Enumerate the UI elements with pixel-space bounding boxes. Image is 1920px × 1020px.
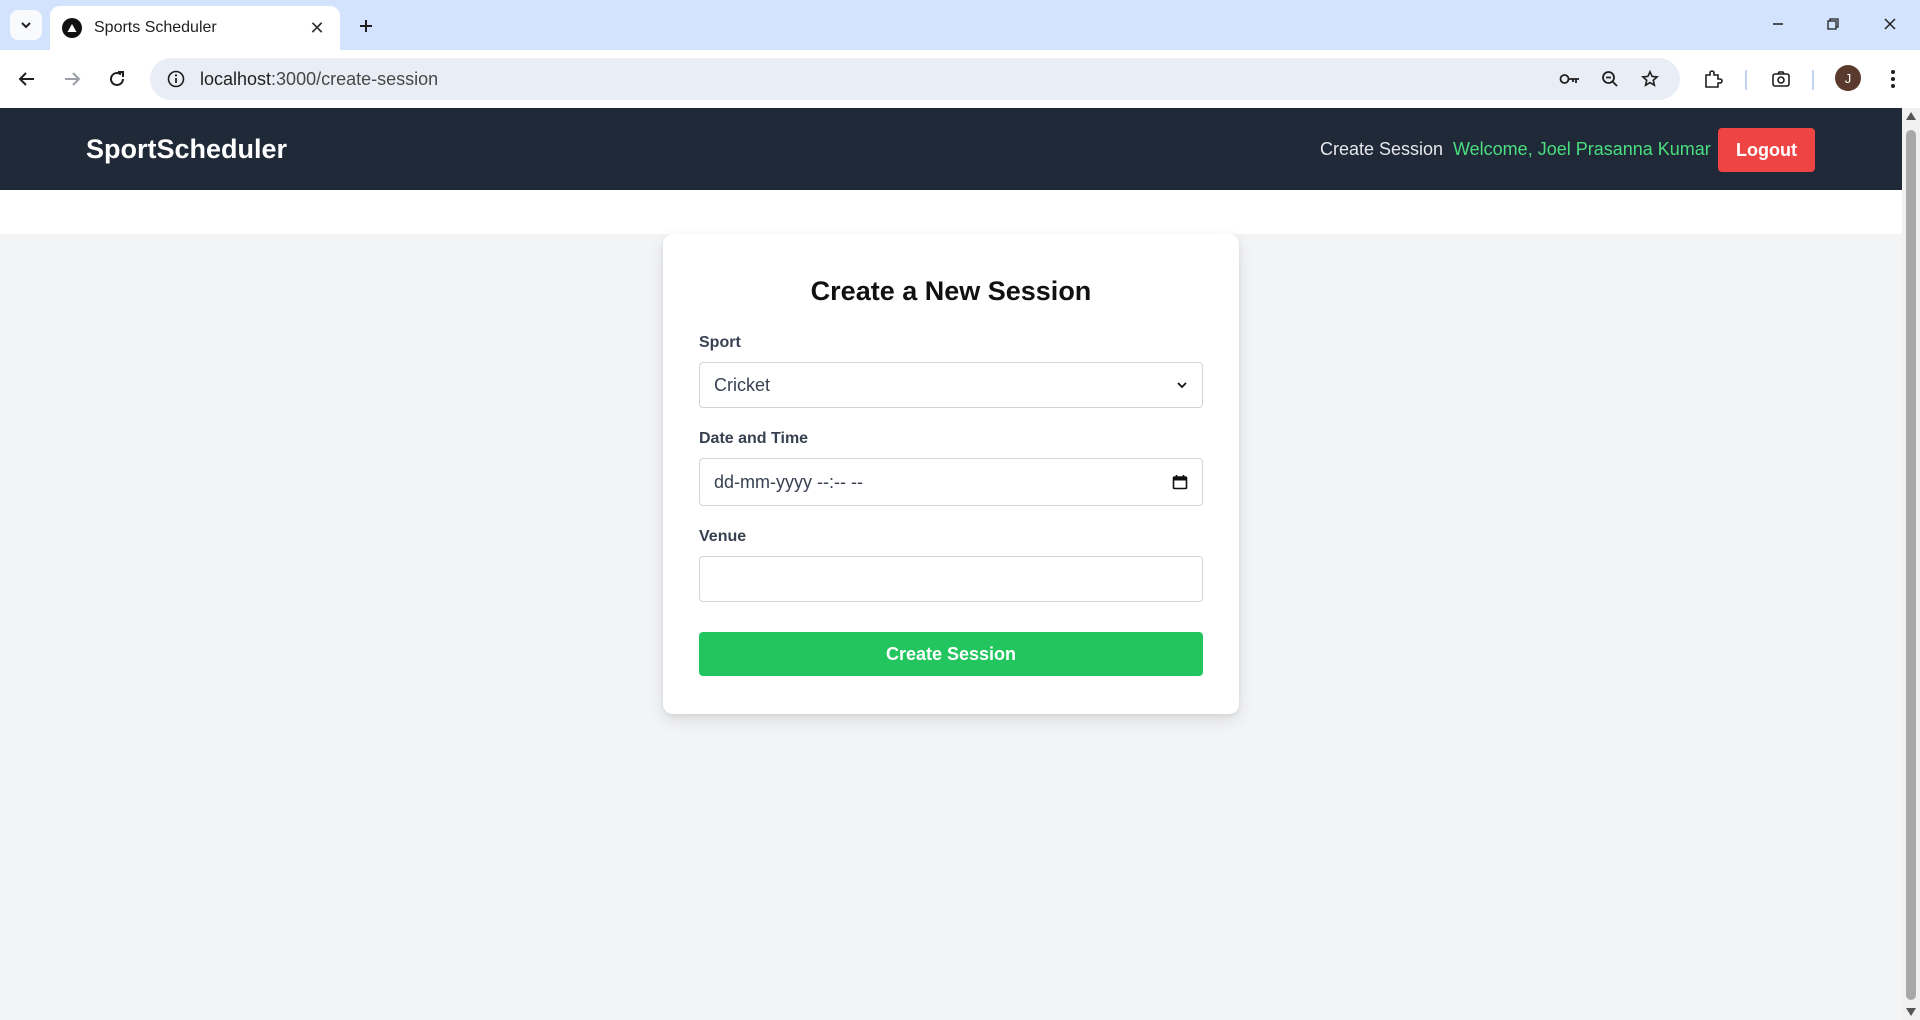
create-session-link[interactable]: Create Session — [1320, 139, 1443, 160]
datetime-label: Date and Time — [699, 430, 809, 447]
venue-label: Venue — [699, 528, 747, 545]
welcome-message: Welcome, Joel Prasanna Kumar — [1453, 139, 1711, 159]
header-spacer — [0, 190, 1902, 234]
star-icon[interactable] — [1636, 65, 1664, 93]
triangle-logo-icon — [62, 18, 82, 38]
minimize-window-button[interactable] — [1756, 8, 1800, 40]
reload-icon — [110, 71, 124, 86]
datetime-input[interactable]: dd-mm-yyyy --:-- -- — [699, 458, 1203, 506]
browser-toolbar: localhost:3000/create-session J — [0, 50, 1920, 108]
profile-avatar[interactable]: J — [1835, 65, 1861, 91]
page-scrollbar[interactable] — [1902, 108, 1920, 1020]
sport-selected-value: Cricket — [714, 374, 771, 395]
close-window-button[interactable] — [1868, 8, 1912, 40]
close-icon — [1884, 18, 1896, 30]
address-bar[interactable]: localhost:3000/create-session — [150, 58, 1680, 100]
url-path: :3000/create-session — [271, 68, 439, 89]
datetime-placeholder: dd-mm-yyyy --:-- -- — [714, 471, 863, 492]
toolbar-divider — [1812, 70, 1814, 90]
forward-button[interactable] — [55, 62, 89, 96]
zoom-out-icon[interactable] — [1596, 65, 1624, 93]
back-button[interactable] — [10, 62, 44, 96]
create-session-form: Create a New Session Sport Cricket Date … — [663, 234, 1239, 714]
arrow-right-icon — [65, 72, 81, 86]
url-text: localhost:3000/create-session — [200, 69, 1544, 90]
reload-button[interactable] — [100, 62, 134, 96]
logout-button[interactable]: Logout — [1718, 128, 1815, 172]
venue-input[interactable] — [699, 556, 1203, 602]
arrow-left-icon — [18, 72, 34, 86]
url-host: localhost — [200, 68, 272, 89]
new-tab-button[interactable] — [352, 12, 380, 40]
sport-select[interactable]: Cricket — [699, 362, 1203, 408]
extensions-icon[interactable] — [1698, 64, 1728, 94]
brand-logo[interactable]: SportScheduler — [86, 134, 287, 165]
toolbar-divider — [1745, 70, 1747, 90]
chevron-down-icon — [21, 22, 31, 29]
tab-search-button[interactable] — [10, 10, 42, 40]
create-session-button[interactable]: Create Session — [699, 632, 1203, 676]
page-title: Create a New Session — [810, 276, 1092, 306]
browser-tab-active[interactable]: Sports Scheduler ✕ — [50, 6, 340, 50]
minimize-icon — [1773, 23, 1783, 25]
key-icon[interactable] — [1556, 65, 1584, 93]
screenshot-icon[interactable] — [1766, 64, 1796, 94]
restore-window-button[interactable] — [1811, 8, 1855, 40]
plus-icon — [360, 20, 372, 32]
scroll-down-arrow-icon[interactable] — [1906, 1008, 1916, 1016]
tab-title: Sports Scheduler — [94, 19, 217, 36]
app-navbar: SportScheduler Create Session Welcome, J… — [0, 108, 1902, 190]
browser-tabstrip: Sports Scheduler ✕ — [0, 0, 1920, 50]
calendar-icon[interactable] — [1172, 474, 1188, 490]
chevron-down-icon — [1177, 382, 1187, 389]
more-options-icon[interactable] — [1878, 64, 1908, 94]
sport-label: Sport — [699, 334, 741, 351]
close-icon[interactable]: ✕ — [306, 17, 328, 39]
site-info-icon[interactable] — [166, 69, 186, 89]
scroll-up-arrow-icon[interactable] — [1906, 112, 1916, 120]
restore-icon — [1827, 18, 1839, 30]
page-viewport: SportScheduler Create Session Welcome, J… — [0, 108, 1902, 1020]
scroll-thumb[interactable] — [1906, 130, 1916, 1000]
